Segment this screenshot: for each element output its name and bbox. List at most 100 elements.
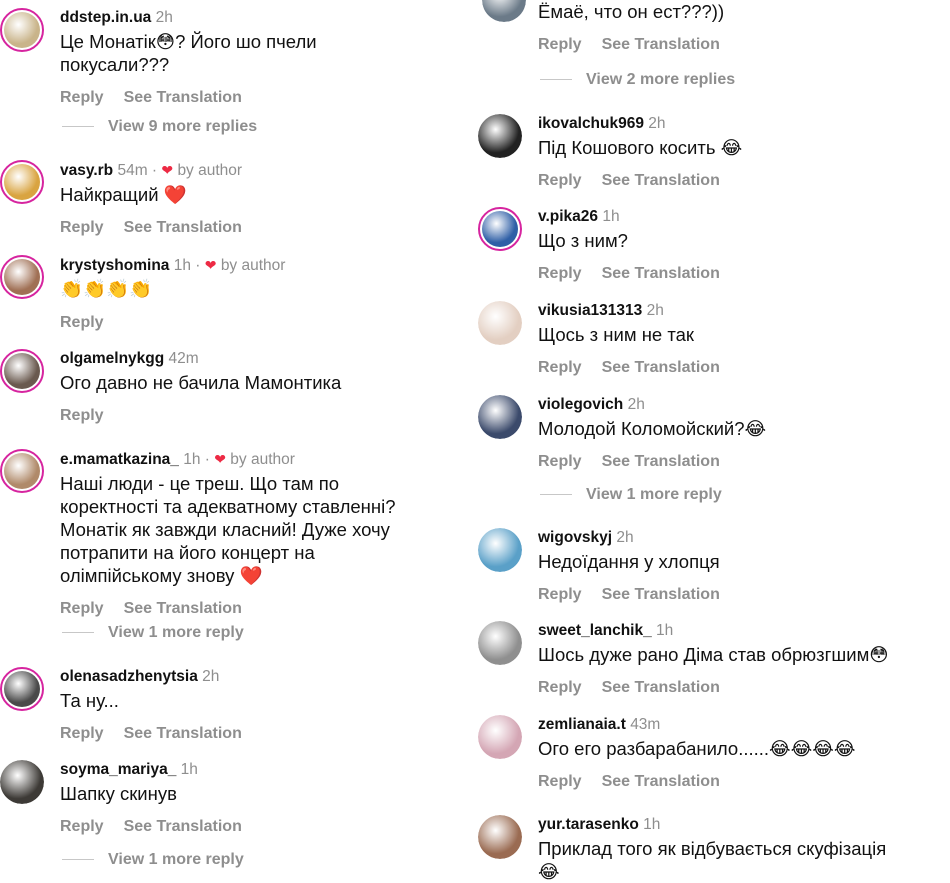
avatar[interactable]	[0, 449, 44, 493]
view-more-replies[interactable]: View 9 more replies	[62, 117, 257, 137]
timestamp: 2h	[648, 115, 666, 132]
see-translation-button[interactable]: See Translation	[602, 773, 720, 790]
username[interactable]: v.pika26	[538, 208, 598, 225]
avatar[interactable]	[0, 760, 44, 804]
comments-column-left: ddstep.in.ua 2h Це Монатік😳? Його шо пче…	[0, 0, 470, 882]
see-translation-button[interactable]: See Translation	[602, 586, 720, 603]
comment-text: Ого его разбарабанило......😂😂😂😂	[538, 738, 856, 759]
liked-by-author-label: by author	[220, 257, 286, 274]
view-more-replies[interactable]: View 1 more reply	[62, 623, 244, 643]
comment-text: Приклад того як відбувається скуфізація …	[538, 838, 887, 882]
avatar[interactable]	[0, 160, 44, 204]
view-more-replies[interactable]: View 1 more reply	[62, 850, 244, 870]
view-more-replies[interactable]: View 2 more replies	[540, 70, 735, 90]
comment-text: Молодой Коломойский?😂	[538, 418, 767, 439]
avatar[interactable]	[478, 715, 522, 759]
username[interactable]: ddstep.in.ua	[60, 9, 151, 26]
reply-button[interactable]: Reply	[538, 679, 582, 696]
username[interactable]: soyma_mariya_	[60, 761, 176, 778]
avatar-image	[478, 815, 522, 859]
reply-button[interactable]: Reply	[538, 172, 582, 189]
reply-button[interactable]: Reply	[60, 314, 104, 331]
username[interactable]: olgamelnykgg	[60, 350, 164, 367]
heart-icon: ❤	[214, 451, 226, 467]
see-translation-button[interactable]: See Translation	[124, 725, 242, 742]
avatar-image	[4, 259, 40, 295]
see-translation-button[interactable]: See Translation	[124, 600, 242, 617]
see-translation-button[interactable]: See Translation	[124, 818, 242, 835]
timestamp: 2h	[627, 396, 645, 413]
timestamp: 1h	[656, 622, 674, 639]
username[interactable]: e.mamatkazina_	[60, 451, 179, 468]
username[interactable]: ikovalchuk969	[538, 115, 644, 132]
reply-button[interactable]: Reply	[60, 407, 104, 424]
reply-button[interactable]: Reply	[538, 36, 582, 53]
avatar[interactable]	[482, 0, 526, 22]
see-translation-button[interactable]: See Translation	[602, 359, 720, 376]
see-translation-button[interactable]: See Translation	[602, 453, 720, 470]
view-more-replies[interactable]: View 1 more reply	[540, 485, 722, 505]
username[interactable]: wigovskyj	[538, 529, 612, 546]
reply-button[interactable]: Reply	[60, 600, 104, 617]
heart-icon: ❤	[204, 257, 217, 273]
see-translation-button[interactable]: See Translation	[124, 89, 242, 106]
thread-line	[540, 494, 572, 496]
reply-button[interactable]: Reply	[60, 219, 104, 236]
comment-text: Та ну...	[60, 690, 119, 711]
reply-button[interactable]: Reply	[538, 773, 582, 790]
avatar[interactable]	[0, 255, 44, 299]
username[interactable]: violegovich	[538, 396, 623, 413]
username[interactable]: olenasadzhenytsia	[60, 668, 198, 685]
thread-line	[62, 126, 94, 128]
see-translation-button[interactable]: See Translation	[602, 265, 720, 282]
avatar[interactable]	[0, 349, 44, 393]
avatar-image	[482, 0, 526, 22]
thread-line	[62, 632, 94, 634]
timestamp: 2h	[155, 9, 173, 26]
avatar[interactable]	[478, 301, 522, 345]
avatar[interactable]	[478, 395, 522, 439]
reply-button[interactable]: Reply	[60, 89, 104, 106]
avatar-image	[4, 671, 40, 707]
see-translation-button[interactable]: See Translation	[602, 679, 720, 696]
username[interactable]: krystyshomina	[60, 257, 169, 274]
reply-button[interactable]: Reply	[60, 818, 104, 835]
see-translation-button[interactable]: See Translation	[124, 219, 242, 236]
avatar[interactable]	[0, 8, 44, 52]
avatar[interactable]	[0, 667, 44, 711]
avatar-image	[4, 453, 40, 489]
avatar[interactable]	[478, 621, 522, 665]
comment-text: Шось дуже рано Діма став обрюзгшим😳	[538, 644, 889, 665]
reply-button[interactable]: Reply	[538, 359, 582, 376]
avatar[interactable]	[478, 114, 522, 158]
reply-button[interactable]: Reply	[538, 265, 582, 282]
username[interactable]: zemlianaia.t	[538, 716, 626, 733]
timestamp: 1h	[643, 816, 661, 833]
comment-text: Щось з ним не так	[538, 324, 694, 345]
timestamp: 43m	[630, 716, 661, 733]
timestamp: 2h	[646, 302, 664, 319]
username[interactable]: sweet_lanchik_	[538, 622, 652, 639]
avatar-image	[478, 528, 522, 572]
see-translation-button[interactable]: See Translation	[602, 36, 720, 53]
username[interactable]: yur.tarasenko	[538, 816, 639, 833]
avatar-image	[482, 211, 518, 247]
avatar[interactable]	[478, 207, 522, 251]
thread-line	[62, 859, 94, 861]
timestamp: 42m	[168, 350, 199, 367]
timestamp: 1h	[180, 761, 198, 778]
comment-text: Ёмаё, что он ест???))	[538, 1, 725, 22]
avatar[interactable]	[478, 528, 522, 572]
reply-button[interactable]: Reply	[538, 453, 582, 470]
username[interactable]: vikusia131313	[538, 302, 642, 319]
avatar[interactable]	[478, 815, 522, 859]
see-translation-button[interactable]: See Translation	[602, 172, 720, 189]
avatar-image	[478, 301, 522, 345]
avatar-image	[478, 715, 522, 759]
username[interactable]: vasy.rb	[60, 162, 113, 179]
avatar-image	[478, 621, 522, 665]
thread-line	[540, 79, 572, 81]
reply-button[interactable]: Reply	[538, 586, 582, 603]
reply-button[interactable]: Reply	[60, 725, 104, 742]
comment-text: Недоїдання у хлопця	[538, 551, 720, 572]
